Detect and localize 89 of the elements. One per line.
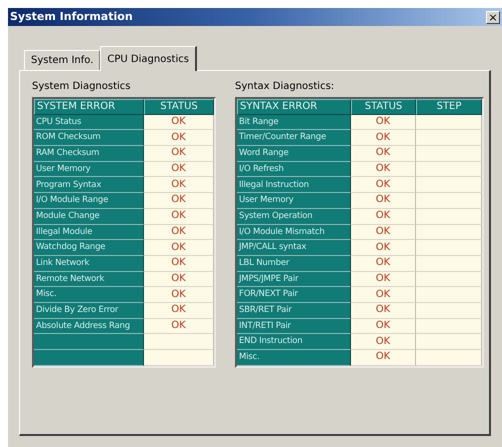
table-cell: CPU Status xyxy=(34,114,144,130)
status-cell: OK xyxy=(351,318,416,334)
step-cell xyxy=(416,130,482,146)
step-cell xyxy=(416,193,482,209)
status-cell: OK xyxy=(351,130,416,146)
table-cell: I/O Module Mismatch xyxy=(237,224,351,240)
window-title: System Information xyxy=(10,8,133,25)
step-cell xyxy=(416,208,482,224)
status-cell: OK xyxy=(351,240,416,256)
table-cell: ROM Checksum xyxy=(34,130,144,146)
table-cell: Remote Network xyxy=(34,272,144,288)
status-cell: OK xyxy=(351,177,416,194)
table-cell: Illegal Instruction xyxy=(237,177,351,194)
status-cell: OK xyxy=(351,208,416,224)
table-cell: Program Syntax xyxy=(34,177,144,194)
step-cell xyxy=(416,334,482,350)
table-cell: Watchdog Range xyxy=(34,240,144,256)
table-cell: System Operation xyxy=(237,208,351,224)
step-cell xyxy=(416,272,482,288)
table-cell: END Instruction xyxy=(237,334,351,350)
status-cell: OK xyxy=(351,224,416,240)
status-cell: OK xyxy=(144,287,214,303)
status-cell: OK xyxy=(144,256,214,272)
status-cell: OK xyxy=(144,193,214,209)
table-cell: Illegal Module xyxy=(34,224,144,240)
table-cell: Divide By Zero Error xyxy=(34,302,144,319)
section-title: System Diagnostics xyxy=(32,81,132,93)
table-cell: I/O Refresh xyxy=(237,162,351,178)
tab[interactable]: System Info. xyxy=(24,50,100,70)
status-cell xyxy=(144,334,214,350)
step-cell xyxy=(416,256,482,272)
step-cell xyxy=(416,287,482,303)
table-cell: FOR/NEXT Pair xyxy=(237,287,351,303)
table-cell: I/O Module Range xyxy=(34,193,144,209)
table-cell: Misc. xyxy=(237,350,351,366)
close-button[interactable]: × xyxy=(486,10,500,24)
step-cell xyxy=(416,240,482,256)
status-cell: OK xyxy=(351,334,416,350)
section-title: Syntax Diagnostics: xyxy=(235,81,336,93)
table-cell: User Memory xyxy=(34,162,144,178)
status-cell: OK xyxy=(351,272,416,288)
table-cell: JMPS/JMPE Pair xyxy=(237,272,351,288)
table-cell: INT/RETI Pair xyxy=(237,318,351,334)
table-cell: Bit Range xyxy=(237,114,351,130)
status-cell: OK xyxy=(144,114,214,130)
status-cell: OK xyxy=(144,240,214,256)
step-cell xyxy=(416,177,482,194)
status-cell: OK xyxy=(351,256,416,272)
step-cell xyxy=(416,224,482,240)
table-cell: Word Range xyxy=(237,146,351,162)
step-cell xyxy=(416,162,482,178)
table-cell: JMP/CALL syntax xyxy=(237,240,351,256)
step-cell xyxy=(416,318,482,334)
step-cell xyxy=(416,302,482,319)
table-cell: Absolute Address Rang xyxy=(34,318,144,334)
table-cell: User Memory xyxy=(237,193,351,209)
column-header: STATUS xyxy=(144,99,214,115)
status-cell: OK xyxy=(351,193,416,209)
status-cell: OK xyxy=(144,224,214,240)
status-cell xyxy=(144,350,214,366)
status-cell: OK xyxy=(351,162,416,178)
table-cell: LBL Number xyxy=(237,256,351,272)
table-cell: Misc. xyxy=(34,287,144,303)
column-header: STEP xyxy=(416,99,482,115)
table-cell: Module Change xyxy=(34,208,144,224)
table-cell: SBR/RET Pair xyxy=(237,302,351,319)
status-cell: OK xyxy=(144,318,214,334)
status-cell: OK xyxy=(144,302,214,319)
column-header: STATUS xyxy=(351,99,416,115)
table-cell: RAM Checksum xyxy=(34,146,144,162)
table-cell: Link Network xyxy=(34,256,144,272)
column-header: SYSTEM ERROR xyxy=(34,99,144,115)
table-cell: Timer/Counter Range xyxy=(237,130,351,146)
status-cell: OK xyxy=(144,146,214,162)
tab[interactable]: CPU Diagnostics xyxy=(100,46,197,71)
status-cell: OK xyxy=(144,162,214,178)
status-cell: OK xyxy=(144,130,214,146)
status-cell: OK xyxy=(144,272,214,288)
step-cell xyxy=(416,350,482,366)
status-cell: OK xyxy=(351,114,416,130)
step-cell xyxy=(416,114,482,130)
column-header: SYNTAX ERROR xyxy=(237,99,351,115)
status-cell: OK xyxy=(351,350,416,366)
status-cell: OK xyxy=(144,208,214,224)
status-cell: OK xyxy=(144,177,214,194)
status-cell: OK xyxy=(351,146,416,162)
status-cell: OK xyxy=(351,287,416,303)
step-cell xyxy=(416,146,482,162)
status-cell: OK xyxy=(351,302,416,319)
